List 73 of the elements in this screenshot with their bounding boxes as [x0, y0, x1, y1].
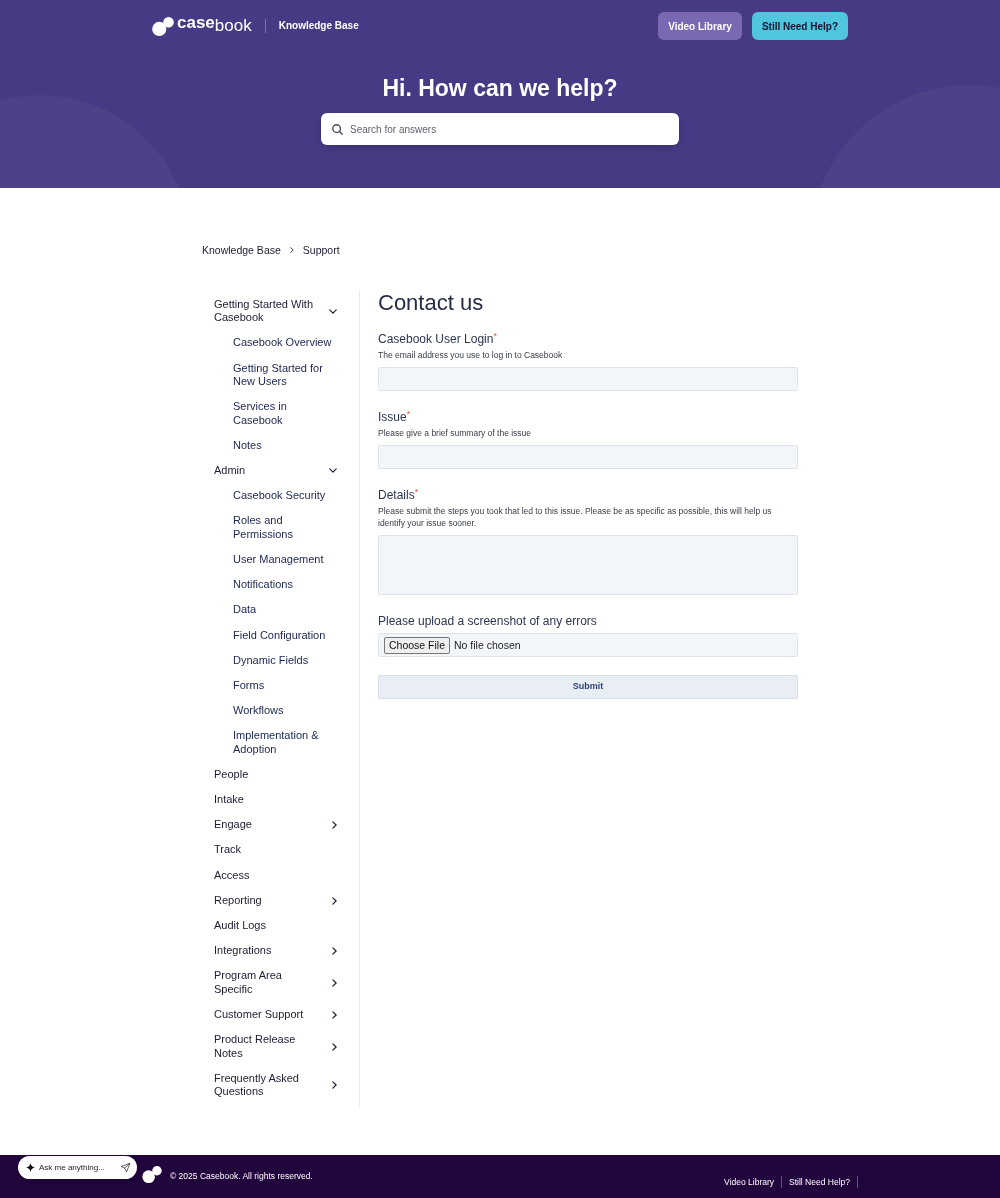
sidebar-link[interactable]: Field Configuration — [233, 628, 326, 642]
sidebar-link[interactable]: Notifications — [233, 578, 293, 592]
required-mark: * — [414, 487, 419, 497]
sidebar-link[interactable]: Getting Started for New Users — [233, 361, 333, 389]
chevron-right-icon[interactable] — [332, 1081, 337, 1090]
search-field[interactable]: Search for answers — [321, 113, 679, 145]
search-icon — [332, 123, 343, 135]
footer-link[interactable]: Still Need Help? — [782, 1176, 858, 1188]
file-status-text: No file chosen — [454, 638, 521, 652]
sidebar-link[interactable]: Roles and Permissions — [233, 514, 333, 542]
sidebar-link[interactable]: Casebook Overview — [233, 336, 332, 350]
breadcrumb-link[interactable]: Knowledge Base — [202, 243, 281, 257]
sidebar-link[interactable]: Dynamic Fields — [233, 653, 309, 668]
field-hint: Please submit the steps you took that led to this issue. Please be as specific as possible, this will help us identify your issue sooner. — [378, 505, 773, 529]
sidebar-link[interactable]: Casebook Security — [233, 489, 326, 503]
required-mark: * — [493, 331, 497, 342]
field-hint: Please give a brief summary of the issue — [378, 427, 533, 439]
sidebar-link[interactable]: Integrations — [214, 944, 272, 958]
submit-button[interactable]: Submit — [378, 675, 798, 699]
sidebar-link[interactable]: Product Release Notes — [214, 1033, 319, 1060]
sidebar-link[interactable]: Workflows — [233, 704, 284, 718]
sidebar-link[interactable]: Reporting — [214, 893, 262, 908]
sidebar-link[interactable]: Admin — [214, 464, 246, 478]
sidebar-link[interactable]: Access — [214, 868, 250, 883]
field-label: Details — [378, 487, 415, 503]
textarea-field[interactable] — [378, 535, 798, 595]
field-label: Please upload a screenshot of any errors — [378, 613, 597, 629]
chevron-down-icon[interactable] — [329, 468, 337, 474]
chevron-right-icon[interactable] — [332, 1010, 337, 1019]
sidebar-link[interactable]: User Management — [233, 553, 324, 567]
logo-text: casebook — [177, 16, 252, 36]
sidebar-link[interactable]: Audit Logs — [214, 919, 266, 933]
logo-icon — [142, 1166, 162, 1183]
chevron-down-icon[interactable] — [329, 308, 337, 314]
chevron-right-icon[interactable] — [332, 946, 337, 955]
sidebar-link[interactable]: Intake — [214, 793, 244, 807]
breadcrumb-current: Support — [302, 243, 340, 257]
logo-icon — [152, 16, 174, 36]
chevron-right-icon[interactable] — [332, 821, 337, 829]
chevron-right-icon[interactable] — [332, 896, 337, 905]
knowledge-base-link[interactable]: Knowledge Base — [278, 19, 359, 33]
copyright-text: © 2025 Casebook. All rights reserved. — [170, 1171, 313, 1182]
sidebar-link[interactable]: Program Area Specific — [214, 969, 319, 997]
chevron-right-icon — [289, 247, 294, 253]
send-icon[interactable] — [121, 1163, 130, 1172]
required-mark: * — [406, 409, 411, 419]
sidebar-link[interactable]: Implementation & Adoption — [233, 729, 333, 757]
sidebar-link[interactable]: Frequently Asked Questions — [214, 1071, 319, 1099]
field-hint: The email address you use to log in to Casebook — [378, 349, 564, 361]
field-label: Casebook User Login — [378, 331, 494, 347]
header-button[interactable]: Still Need Help? — [751, 12, 848, 40]
text-input-field[interactable] — [378, 367, 798, 391]
page-title: Contact us — [378, 290, 485, 316]
sidebar-link[interactable]: Services in Casebook — [233, 400, 333, 428]
sidebar-link[interactable]: Data — [233, 603, 257, 617]
header-button[interactable]: Video Library — [658, 12, 742, 40]
field-label: Issue — [378, 409, 407, 425]
text-input-field[interactable] — [378, 445, 798, 469]
sidebar-link[interactable]: Forms — [233, 678, 265, 693]
sidebar-link[interactable]: Engage — [214, 818, 252, 832]
chat-input-field[interactable]: Ask me anything... — [18, 1156, 137, 1179]
chevron-right-icon[interactable] — [332, 1042, 337, 1051]
hero-title: Hi. How can we help? — [381, 74, 619, 103]
sparkle-icon — [26, 1163, 35, 1172]
sidebar-link[interactable]: Notes — [233, 438, 262, 453]
sidebar-link[interactable]: Getting Started With Casebook — [214, 297, 319, 325]
chevron-right-icon[interactable] — [332, 978, 337, 987]
sidebar-link[interactable]: Customer Support — [214, 1008, 304, 1022]
sidebar-link[interactable]: Track — [214, 843, 242, 857]
footer-link[interactable]: Video Library — [717, 1176, 783, 1188]
choose-file-button[interactable]: Choose File — [384, 636, 451, 654]
file-upload-field[interactable]: Choose File No file chosen — [378, 633, 798, 657]
sidebar-link[interactable]: People — [214, 767, 249, 782]
